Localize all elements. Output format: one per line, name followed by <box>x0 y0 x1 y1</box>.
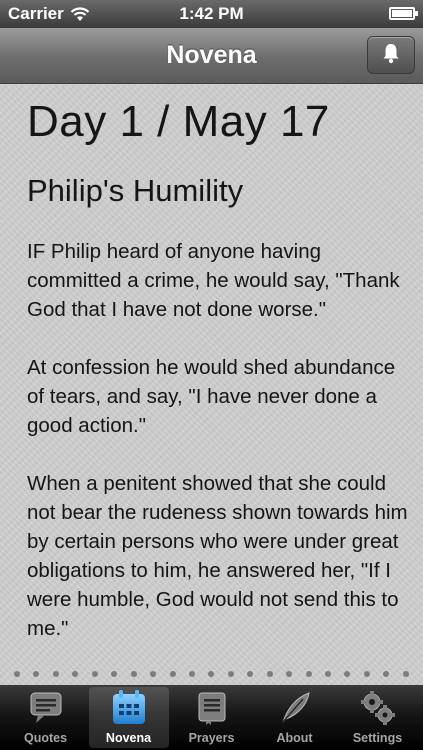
tab-prayers[interactable]: Prayers <box>172 687 252 748</box>
tab-label: Novena <box>105 731 152 745</box>
reminder-button[interactable] <box>367 36 415 74</box>
status-bar: Carrier 1:42 PM <box>0 0 423 28</box>
reading-body: IF Philip heard of anyone having committ… <box>27 237 412 672</box>
book-icon <box>192 688 232 728</box>
status-time: 1:42 PM <box>179 4 244 23</box>
bell-icon <box>382 42 400 69</box>
battery-icon <box>389 7 418 20</box>
gears-icon <box>358 688 398 728</box>
day-heading: Day 1 / May 17 <box>27 97 330 146</box>
tab-settings[interactable]: Settings <box>338 687 418 748</box>
tab-novena[interactable]: Novena <box>88 687 169 748</box>
reading-paragraph: IF Philip heard of anyone having committ… <box>27 240 400 321</box>
navigation-bar: Novena <box>0 28 423 84</box>
speech-bubble-icon <box>26 688 66 728</box>
reading-paragraph: At confession he would shed abundance of… <box>27 356 396 437</box>
tab-bar: Quotes Novena Prayers About Settings <box>0 685 423 750</box>
tab-about[interactable]: About <box>255 687 335 748</box>
reading-scroll-view[interactable]: Day 1 / May 17 Philip's Humility IF Phil… <box>0 85 423 685</box>
tab-label: Settings <box>352 731 403 745</box>
page-title: Novena <box>166 41 257 69</box>
calendar-icon <box>109 688 149 728</box>
tab-quotes[interactable]: Quotes <box>6 687 86 748</box>
tab-label: Prayers <box>188 731 235 745</box>
reading-paragraph: When a penitent showed that she could no… <box>27 472 408 640</box>
tab-label: Quotes <box>23 731 68 745</box>
reading-title: Philip's Humility <box>27 173 244 208</box>
feather-icon <box>275 688 315 728</box>
tab-label: About <box>276 731 313 745</box>
